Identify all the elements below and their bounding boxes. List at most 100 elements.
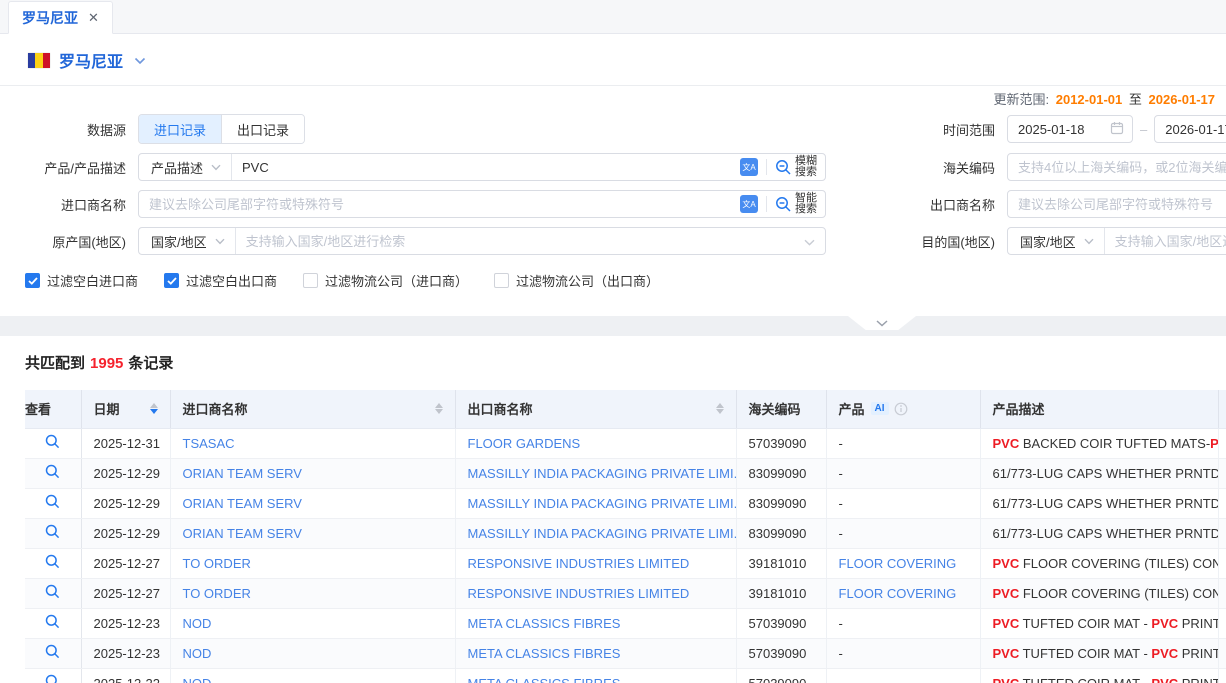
checkbox-label: 过滤物流公司（进口商） — [325, 271, 468, 290]
collapse-panel-handle[interactable] — [848, 316, 916, 330]
exporter-link[interactable]: RESPONSIVE INDUSTRIES LIMITED — [468, 556, 690, 571]
importer-link[interactable]: TO ORDER — [183, 556, 251, 571]
view-record-icon[interactable] — [45, 494, 60, 509]
update-range: 更新范围: 2012-01-01 至 2026-01-17 — [0, 86, 1218, 105]
column-header-date[interactable]: 日期 — [81, 390, 170, 428]
view-cell[interactable] — [25, 578, 81, 608]
sort-carets-icon[interactable] — [427, 403, 443, 414]
description-cell: 61/773-LUG CAPS WHETHER PRNTD... — [980, 488, 1218, 518]
hs-code-input-box — [1007, 153, 1226, 181]
view-cell[interactable] — [25, 518, 81, 548]
sort-carets-icon[interactable] — [142, 403, 158, 414]
view-cell[interactable] — [25, 638, 81, 668]
view-record-icon[interactable] — [45, 464, 60, 479]
hs-code-cell: 57039090 — [736, 668, 826, 683]
product-cell: - — [826, 488, 980, 518]
importer-link[interactable]: NOD — [183, 646, 212, 661]
destination-type-select[interactable]: 国家/地区 — [1008, 228, 1105, 254]
chevron-down-icon[interactable] — [134, 53, 146, 68]
tab-close-icon[interactable]: ✕ — [88, 11, 99, 24]
view-record-icon[interactable] — [45, 614, 60, 629]
exporter-link[interactable]: META CLASSICS FIBRES — [468, 616, 621, 631]
filter-checkbox-0[interactable]: 过滤空白进口商 — [25, 271, 138, 290]
product-search-input[interactable] — [232, 154, 740, 180]
date-cell: 2025-12-23 — [81, 608, 170, 638]
column-header-importer[interactable]: 进口商名称 — [170, 390, 455, 428]
exporter-link[interactable]: MASSILLY INDIA PACKAGING PRIVATE LIMI... — [468, 526, 737, 541]
checkbox-checked-icon[interactable] — [25, 273, 40, 288]
view-cell[interactable] — [25, 668, 81, 683]
exporter-link[interactable]: RESPONSIVE INDUSTRIES LIMITED — [468, 586, 690, 601]
filter-checkbox-1[interactable]: 过滤空白出口商 — [164, 271, 277, 290]
import-records-button[interactable]: 进口记录 — [139, 115, 221, 143]
info-icon[interactable] — [894, 402, 908, 416]
checkbox-checked-icon[interactable] — [164, 273, 179, 288]
importer-link[interactable]: ORIAN TEAM SERV — [183, 526, 302, 541]
view-cell[interactable] — [25, 458, 81, 488]
view-cell[interactable] — [25, 428, 81, 458]
extra-cell — [1218, 548, 1226, 578]
importer-label: 进口商名称 — [0, 195, 138, 214]
translate-icon[interactable]: 文A — [740, 158, 758, 176]
importer-link[interactable]: ORIAN TEAM SERV — [183, 496, 302, 511]
origin-type-select[interactable]: 国家/地区 — [139, 228, 236, 254]
exporter-label: 出口商名称 — [826, 195, 1007, 214]
filter-checkbox-2[interactable]: 过滤物流公司（进口商） — [303, 271, 468, 290]
view-cell[interactable] — [25, 608, 81, 638]
view-record-icon[interactable] — [45, 434, 60, 449]
view-cell[interactable] — [25, 488, 81, 518]
exporter-link[interactable]: FLOOR GARDENS — [468, 436, 581, 451]
date-cell: 2025-12-27 — [81, 548, 170, 578]
end-date-input[interactable]: 2026-01-17 — [1154, 115, 1226, 143]
start-date-value: 2025-01-18 — [1018, 122, 1110, 137]
column-header-view: 查看 — [25, 390, 81, 428]
view-record-icon[interactable] — [45, 644, 60, 659]
exporter-name-input[interactable] — [1008, 191, 1226, 217]
importer-link[interactable]: TO ORDER — [183, 586, 251, 601]
view-record-icon[interactable] — [45, 524, 60, 539]
product-link[interactable]: FLOOR COVERING — [839, 556, 957, 571]
view-record-icon[interactable] — [45, 554, 60, 569]
export-records-button[interactable]: 出口记录 — [221, 115, 304, 143]
exporter-link[interactable]: META CLASSICS FIBRES — [468, 646, 621, 661]
product-type-select[interactable]: 产品描述 — [139, 154, 232, 180]
destination-country-input[interactable] — [1105, 228, 1226, 254]
checkbox-unchecked-icon[interactable] — [303, 273, 318, 288]
column-header-hs_code: 海关编码 — [736, 390, 826, 428]
filter-checkbox-3[interactable]: 过滤物流公司（出口商） — [494, 271, 659, 290]
fuzzy-search-button[interactable]: 模糊 搜索 — [775, 156, 825, 178]
checkbox-unchecked-icon[interactable] — [494, 273, 509, 288]
magnifier-icon — [775, 159, 792, 176]
chevron-down-icon — [804, 234, 815, 249]
exporter-cell: MASSILLY INDIA PACKAGING PRIVATE LIMI... — [455, 518, 736, 548]
description-cell: PVC FLOOR COVERING (TILES) CONT... — [980, 548, 1218, 578]
origin-country-input[interactable] — [236, 228, 800, 254]
description-cell: PVC TUFTED COIR MAT - PVC PRINT... — [980, 668, 1218, 683]
product-cell: - — [826, 518, 980, 548]
importer-link[interactable]: TSASAC — [183, 436, 235, 451]
importer-link[interactable]: ORIAN TEAM SERV — [183, 466, 302, 481]
view-record-icon[interactable] — [45, 674, 60, 683]
translate-icon[interactable]: 文A — [740, 195, 758, 213]
view-record-icon[interactable] — [45, 584, 60, 599]
exporter-cell: RESPONSIVE INDUSTRIES LIMITED — [455, 578, 736, 608]
view-cell[interactable] — [25, 548, 81, 578]
exporter-link[interactable]: MASSILLY INDIA PACKAGING PRIVATE LIMI... — [468, 466, 737, 481]
importer-link[interactable]: NOD — [183, 616, 212, 631]
importer-link[interactable]: NOD — [183, 676, 212, 683]
hs-code-input[interactable] — [1008, 154, 1226, 180]
update-range-label: 更新范围: — [993, 92, 1049, 107]
time-range-label: 时间范围 — [826, 120, 1007, 139]
tab-romania[interactable]: 罗马尼亚 ✕ — [8, 1, 113, 34]
chevron-down-icon — [215, 238, 225, 245]
smart-search-button[interactable]: 智能 搜索 — [775, 193, 825, 215]
sort-carets-icon[interactable] — [708, 403, 724, 414]
exporter-link[interactable]: MASSILLY INDIA PACKAGING PRIVATE LIMI... — [468, 496, 737, 511]
product-link[interactable]: FLOOR COVERING — [839, 586, 957, 601]
start-date-input[interactable]: 2025-01-18 — [1007, 115, 1133, 143]
importer-name-input[interactable] — [139, 191, 740, 217]
column-header-exporter[interactable]: 出口商名称 — [455, 390, 736, 428]
exporter-link[interactable]: META CLASSICS FIBRES — [468, 676, 621, 683]
table-row: 2025-12-31TSASACFLOOR GARDENS57039090-PV… — [25, 428, 1226, 458]
ai-badge: AI — [871, 402, 889, 415]
